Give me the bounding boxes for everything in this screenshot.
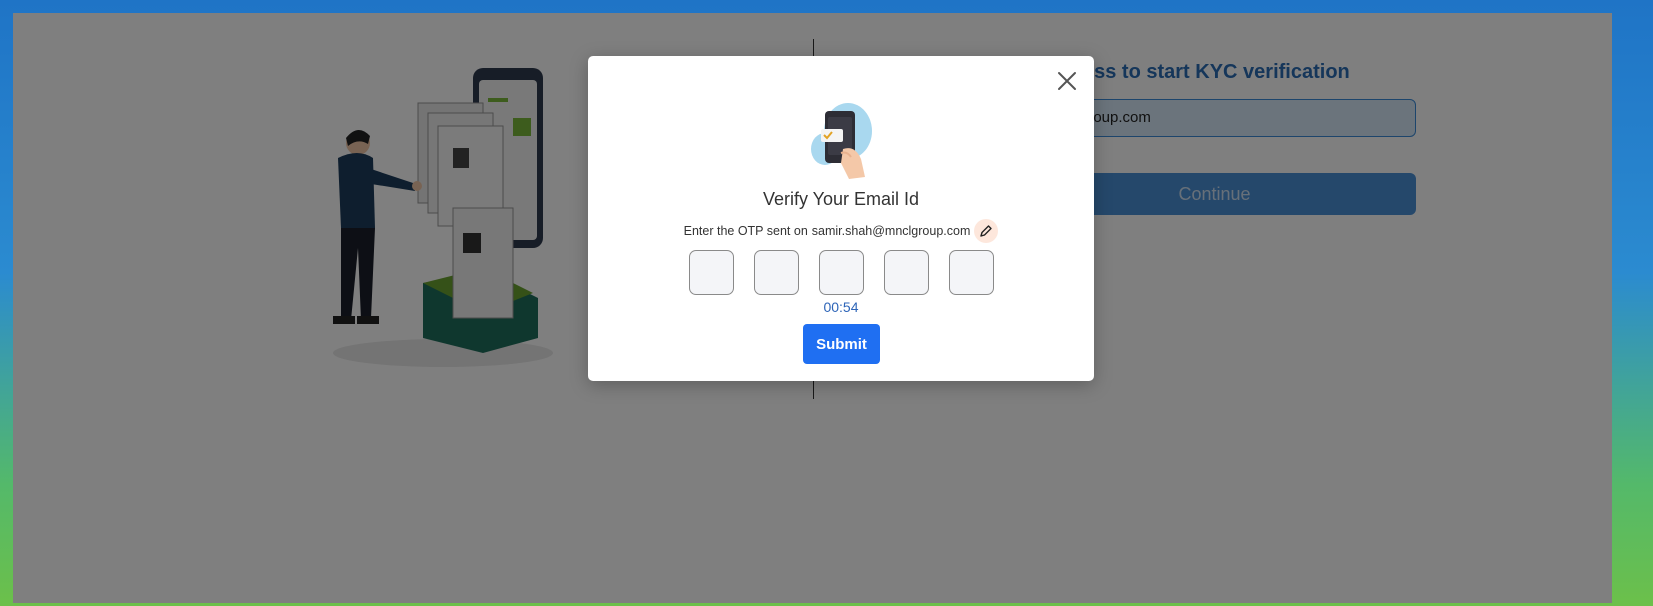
otp-countdown-timer: 00:54	[823, 299, 859, 315]
otp-target-email: samir.shah@mnclgroup.com	[811, 224, 971, 238]
otp-instruction-text: Enter the OTP sent on	[683, 224, 808, 238]
otp-instruction: Enter the OTP sent on samir.shah@mnclgro…	[588, 219, 1094, 243]
submit-button[interactable]: Submit	[803, 324, 880, 364]
edit-email-button[interactable]	[974, 219, 999, 243]
otp-input-group	[588, 250, 1094, 295]
close-button[interactable]	[1054, 68, 1080, 94]
otp-digit-4[interactable]	[883, 250, 929, 295]
otp-digit-5[interactable]	[948, 250, 994, 295]
page-canvas: dress to start KYC verification group.co…	[13, 13, 1612, 603]
phone-otp-illustration	[811, 103, 872, 179]
modal-title: Verify Your Email Id	[762, 189, 920, 209]
pencil-icon	[980, 225, 993, 237]
otp-digit-2[interactable]	[753, 250, 799, 295]
otp-digit-1[interactable]	[688, 250, 734, 295]
close-icon	[1058, 72, 1076, 90]
otp-digit-3[interactable]	[818, 250, 864, 295]
verify-email-modal: Verify Your Email Id Enter the OTP sent …	[588, 56, 1094, 381]
window-frame: dress to start KYC verification group.co…	[0, 0, 1653, 606]
